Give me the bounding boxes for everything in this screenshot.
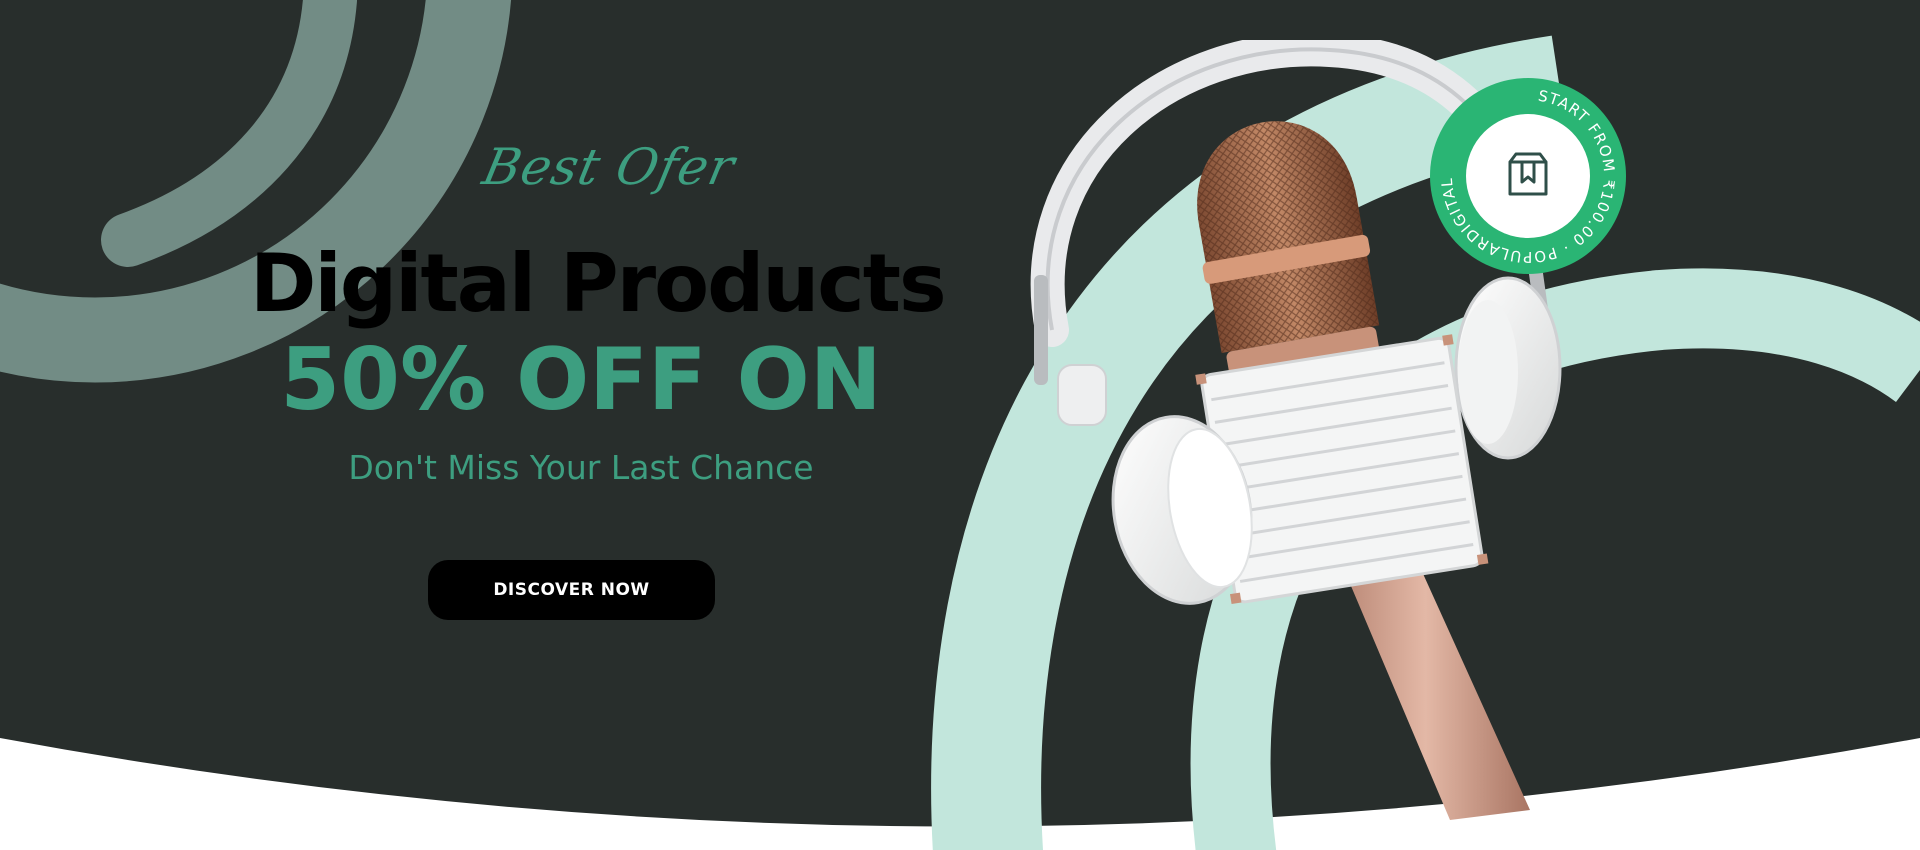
- discover-now-button[interactable]: DISCOVER NOW: [428, 560, 715, 620]
- tagline: Don't Miss Your Last Chance: [348, 448, 814, 487]
- microphone-handle: [1340, 545, 1530, 820]
- offer-headline: 50% OFF ON: [280, 330, 882, 430]
- eyebrow-script: Best Ofer: [477, 138, 741, 196]
- hero-banner: Best Ofer Digital Products 50% OFF ON Do…: [0, 0, 1920, 850]
- ear-cup-hinge-left: [1057, 364, 1107, 426]
- page-title: Digital Products: [250, 237, 947, 330]
- headband-slider-left: [1034, 275, 1048, 385]
- ear-cushion-right: [1458, 300, 1518, 444]
- price-badge: START FROM ₹100.00 · POPULARDIGITAL PROD…: [1428, 76, 1626, 274]
